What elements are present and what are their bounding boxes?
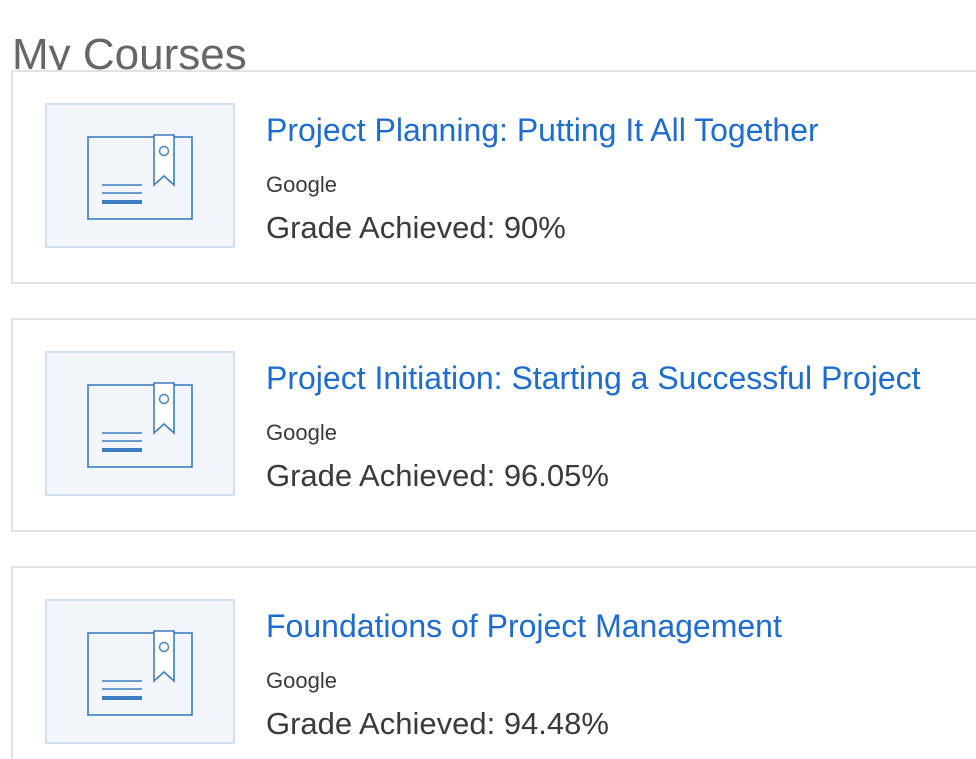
my-courses-page: My Courses Project Planning: Putting It … [0,0,976,759]
course-card: Project Planning: Putting It All Togethe… [11,70,976,284]
course-organization: Google [266,668,337,693]
course-title-link[interactable]: Project Planning: Putting It All Togethe… [266,110,819,150]
course-organization: Google [266,172,337,197]
course-card: Project Initiation: Starting a Successfu… [11,318,976,532]
course-thumbnail[interactable] [45,351,235,496]
certificate-icon [87,382,193,468]
course-grade: Grade Achieved: 90% [266,210,566,245]
course-thumbnail[interactable] [45,599,235,744]
course-thumbnail[interactable] [45,103,235,248]
course-grade: Grade Achieved: 94.48% [266,706,609,741]
course-title-link[interactable]: Project Initiation: Starting a Successfu… [266,358,921,398]
certificate-icon [87,630,193,716]
course-grade: Grade Achieved: 96.05% [266,458,609,493]
course-title-link[interactable]: Foundations of Project Management [266,606,782,646]
course-card: Foundations of Project Management Google… [11,566,976,759]
certificate-icon [87,134,193,220]
course-organization: Google [266,420,337,445]
